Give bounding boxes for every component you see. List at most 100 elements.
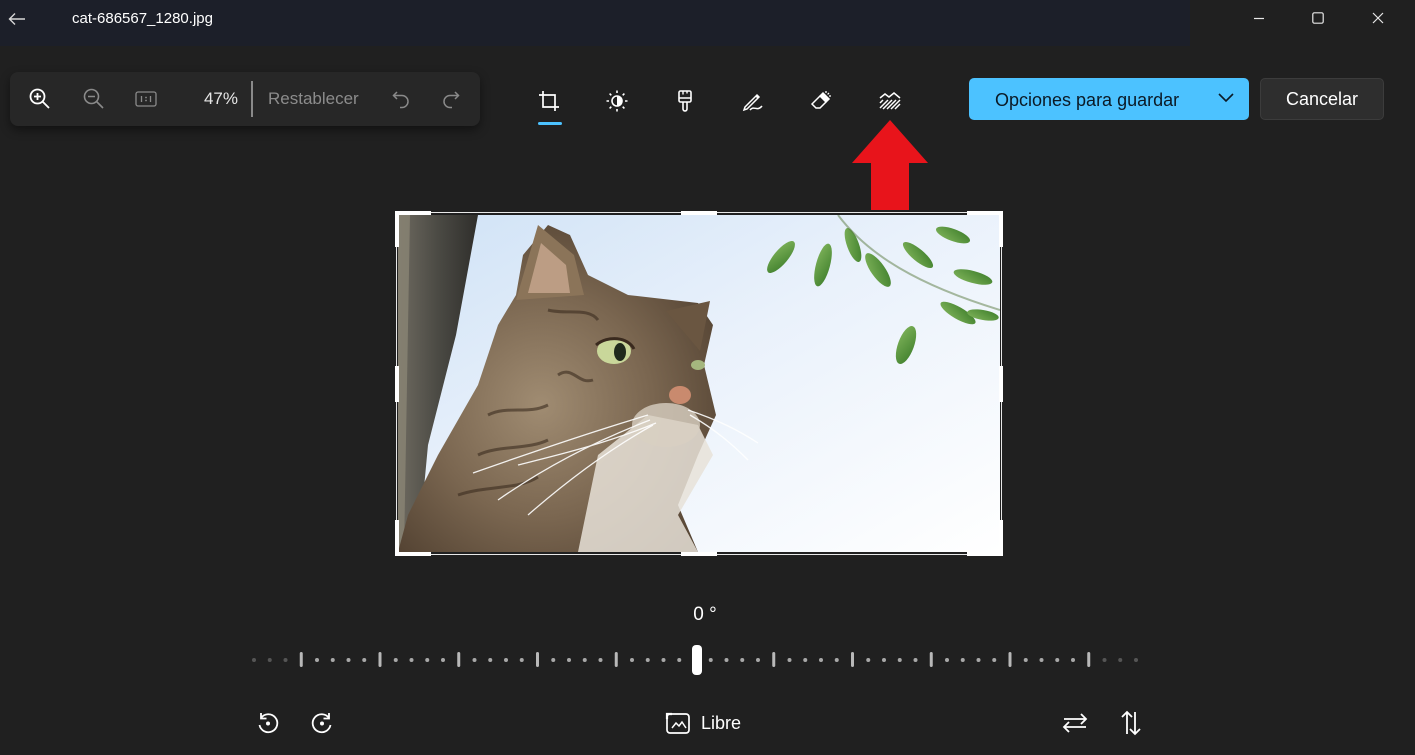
dial-tick [819, 658, 823, 662]
dial-tick [252, 658, 256, 662]
dial-tick [772, 652, 776, 667]
active-tab-indicator [538, 122, 562, 125]
minimize-icon [1254, 17, 1264, 20]
dial-tick [882, 658, 886, 662]
zoom-in-button[interactable] [24, 72, 56, 126]
rotate-right-button[interactable] [306, 704, 338, 742]
dial-tick [1087, 652, 1091, 667]
rotate-left-icon [258, 713, 279, 734]
close-window-button[interactable] [1349, 0, 1407, 36]
dial-tick [645, 658, 650, 662]
tab-erase[interactable] [798, 82, 844, 120]
crop-handle-bottom[interactable] [681, 552, 717, 556]
dial-tick [378, 652, 382, 667]
zoom-in-icon [29, 88, 50, 109]
zoom-out-button[interactable] [78, 72, 110, 126]
aspect-ratio-icon [665, 712, 690, 734]
undo-button[interactable] [386, 72, 416, 126]
crop-handle-left[interactable] [395, 366, 399, 402]
dial-tick [945, 658, 949, 662]
redo-button[interactable] [436, 72, 466, 126]
arrow-left-icon [8, 13, 25, 25]
dial-tick [567, 658, 571, 662]
dial-tick [614, 652, 618, 667]
dial-tick [267, 658, 272, 662]
crop-handle-bottom-right-vertical[interactable] [999, 520, 1003, 556]
dial-tick [598, 658, 603, 662]
tab-background-blur[interactable] [867, 82, 913, 120]
dial-tick [740, 658, 745, 662]
dial-tick [851, 652, 854, 667]
minimize-button[interactable] [1230, 0, 1288, 36]
crop-handle-bottom-right[interactable] [967, 552, 1003, 556]
maximize-button[interactable] [1289, 0, 1347, 36]
filter-icon [678, 90, 692, 112]
redo-icon [443, 91, 460, 109]
window-title: cat-686567_1280.jpg [72, 10, 213, 27]
actual-size-icon [135, 91, 157, 107]
dial-tick [504, 658, 508, 662]
crop-handle-top-left-vertical[interactable] [395, 211, 399, 247]
dial-tick [582, 658, 587, 662]
flip-vertical-icon [1121, 710, 1141, 736]
save-options-button[interactable]: Opciones para guardar [969, 78, 1249, 120]
dial-tick [283, 658, 288, 662]
dial-tick [362, 658, 367, 662]
zoom-out-icon [83, 88, 104, 109]
undo-icon [392, 91, 409, 109]
dial-tick [834, 658, 839, 662]
dial-tick [409, 658, 414, 662]
toolbar-divider [251, 81, 253, 117]
crop-icon [539, 91, 559, 111]
crop-handle-right[interactable] [999, 366, 1003, 402]
cancel-button[interactable]: Cancelar [1260, 78, 1384, 120]
tab-crop[interactable] [526, 82, 572, 120]
dial-tick [330, 658, 335, 662]
dial-tick [677, 658, 682, 662]
crop-handle-top[interactable] [681, 211, 717, 215]
dial-tick [551, 658, 556, 662]
dial-tick [929, 652, 933, 667]
markup-icon [742, 93, 763, 112]
crop-handle-bottom-left[interactable] [395, 552, 431, 556]
zoom-toolbar: 47% Restablecer [10, 72, 480, 126]
rotation-dial-knob[interactable] [692, 645, 702, 675]
dial-tick [315, 658, 319, 662]
dial-tick [630, 658, 634, 662]
dial-tick [299, 652, 303, 667]
rotate-left-button[interactable] [252, 704, 284, 742]
dial-tick [1023, 658, 1028, 662]
dial-tick [960, 658, 965, 662]
crop-handle-top-right-vertical[interactable] [999, 211, 1003, 247]
dial-tick [536, 652, 539, 667]
dial-tick [787, 658, 792, 662]
tab-markup[interactable] [730, 82, 776, 120]
dial-tick [756, 658, 760, 662]
tab-filter[interactable] [662, 82, 708, 120]
crop-handle-top-right[interactable] [967, 211, 1003, 215]
dial-tick [661, 658, 666, 662]
flip-horizontal-button[interactable] [1058, 704, 1092, 742]
dial-tick [976, 658, 981, 662]
dial-tick [724, 658, 729, 662]
actual-size-button[interactable] [130, 72, 162, 126]
dial-tick [457, 652, 461, 667]
tab-adjustment[interactable] [594, 82, 640, 120]
dial-tick [1071, 658, 1075, 662]
photo-canvas[interactable] [398, 215, 1000, 552]
back-button[interactable] [0, 0, 34, 38]
flip-vertical-button[interactable] [1114, 704, 1148, 742]
chevron-down-icon [1217, 88, 1235, 111]
aspect-ratio-button[interactable]: Libre [658, 704, 748, 742]
crop-handle-bottom-left-vertical[interactable] [395, 520, 399, 556]
erase-icon [810, 91, 831, 109]
adjustment-icon [606, 90, 628, 112]
save-options-label: Opciones para guardar [995, 90, 1180, 110]
dial-tick [346, 658, 351, 662]
close-icon [1372, 12, 1384, 24]
reset-button[interactable]: Restablecer [268, 72, 359, 126]
dial-tick [519, 658, 524, 662]
dial-tick [1102, 658, 1107, 662]
crop-handle-top-left[interactable] [395, 211, 431, 215]
flip-horizontal-icon [1062, 713, 1088, 733]
